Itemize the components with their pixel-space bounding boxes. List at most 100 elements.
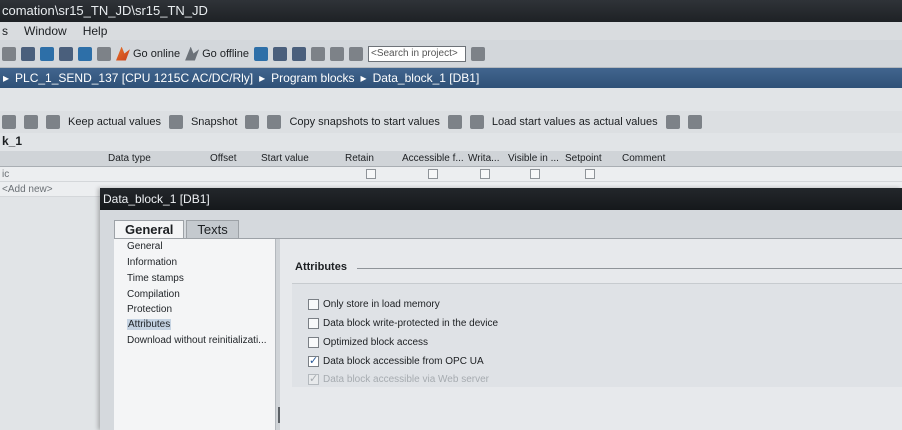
nav-item-attributes[interactable]: Attributes — [127, 319, 172, 330]
column-setpoint[interactable]: Setpoint — [565, 153, 602, 164]
split-vertical-icon[interactable] — [348, 46, 363, 61]
upload-icon[interactable] — [97, 46, 111, 61]
add-new-row[interactable]: <Add new> — [2, 184, 53, 195]
breadcrumb-item-data-block[interactable]: Data_block_1 [DB1] — [373, 68, 480, 88]
breadcrumb: ▸ PLC_1_SEND_137 [CPU 1215C AC/DC/Rly] ▸… — [0, 68, 902, 88]
menu-item-edit[interactable]: s — [2, 24, 8, 38]
nav-item-download[interactable]: Download without reinitializati... — [127, 335, 267, 346]
breadcrumb-item-plc[interactable]: PLC_1_SEND_137 [CPU 1215C AC/DC/Rly] — [15, 68, 253, 88]
properties-nav: General Information Time stamps Compilat… — [114, 239, 276, 430]
main-toolbar: Go online Go offline <Search in project> — [0, 40, 902, 68]
snapshot-icon[interactable] — [245, 115, 260, 129]
properties-dialog: Data_block_1 [DB1] General Texts General… — [100, 188, 902, 430]
go-online-button[interactable]: Go online — [116, 46, 181, 61]
cut-icon[interactable] — [2, 46, 16, 61]
attributes-content: Attributes Only store in load memory Dat… — [280, 239, 902, 430]
section-divider — [357, 268, 902, 269]
dialog-panel: General Information Time stamps Compilat… — [114, 238, 902, 430]
window-title: comation\sr15_TN_JD\sr15_TN_JD — [0, 0, 902, 22]
tab-general[interactable]: General — [114, 220, 185, 238]
breadcrumb-arrow-icon: ▸ — [360, 71, 367, 85]
column-header-row: Data type Offset Start value Retain Acce… — [0, 151, 902, 167]
accessible-devices-icon[interactable] — [253, 46, 268, 61]
writable-checkbox[interactable] — [480, 169, 490, 179]
section-title: Attributes — [295, 261, 347, 273]
breadcrumb-item-program-blocks[interactable]: Program blocks — [271, 68, 354, 88]
checkbox-load-memory[interactable] — [308, 299, 319, 310]
nav-item-information[interactable]: Information — [127, 257, 177, 268]
insert-row-icon[interactable] — [2, 115, 16, 129]
copy-values-alt-icon[interactable] — [469, 115, 484, 129]
load-icon[interactable] — [665, 115, 680, 129]
option-load-memory-label: Only store in load memory — [323, 299, 440, 310]
checkbox-web-server — [308, 372, 319, 385]
keep-actual-icon[interactable] — [168, 115, 183, 129]
go-online-icon — [116, 46, 130, 61]
split-horizontal-icon[interactable] — [329, 46, 344, 61]
tab-texts[interactable]: Texts — [186, 220, 239, 238]
copy-snapshots-button[interactable]: Copy snapshots to start values — [289, 116, 439, 128]
paste-icon[interactable] — [40, 46, 54, 61]
checkbox-optimized-access[interactable] — [308, 337, 319, 348]
option-load-memory[interactable]: Only store in load memory — [308, 299, 440, 310]
column-accessible[interactable]: Accessible f... — [402, 153, 464, 164]
accessible-checkbox[interactable] — [428, 169, 438, 179]
go-offline-button[interactable]: Go offline — [185, 46, 249, 61]
compile-icon[interactable] — [59, 46, 73, 61]
copy-values-icon[interactable] — [447, 115, 462, 129]
breadcrumb-arrow-icon: ▸ — [3, 71, 10, 85]
option-optimized-access-label: Optimized block access — [323, 337, 429, 348]
row-name: ic — [2, 169, 10, 180]
column-comment[interactable]: Comment — [622, 153, 665, 164]
nav-item-protection[interactable]: Protection — [127, 304, 172, 315]
column-data-type[interactable]: Data type — [108, 153, 151, 164]
column-visible[interactable]: Visible in ... — [508, 153, 559, 164]
column-start-value[interactable]: Start value — [261, 153, 309, 164]
go-online-label: Go online — [133, 47, 181, 60]
load-start-values-button[interactable]: Load start values as actual values — [492, 116, 658, 128]
nav-item-compilation[interactable]: Compilation — [127, 289, 180, 300]
start-cpu-icon[interactable] — [272, 46, 287, 61]
breadcrumb-arrow-icon: ▸ — [259, 71, 266, 85]
checkbox-opc-ua[interactable] — [308, 354, 319, 367]
menu-bar: s Window Help — [0, 22, 902, 40]
expand-icon[interactable] — [46, 115, 60, 129]
option-write-protected-label: Data block write-protected in the device — [323, 318, 499, 329]
search-icon[interactable] — [470, 46, 485, 61]
option-opc-ua[interactable]: Data block accessible from OPC UA — [308, 354, 484, 367]
column-offset[interactable]: Offset — [210, 153, 237, 164]
editor-toolbar: Keep actual values Snapshot Copy snapsho… — [0, 111, 902, 133]
option-opc-ua-label: Data block accessible from OPC UA — [323, 356, 484, 367]
keep-actual-values-button[interactable]: Keep actual values — [68, 116, 161, 128]
menu-item-window[interactable]: Window — [24, 24, 67, 38]
block-title: k_1 — [2, 134, 23, 148]
retain-checkbox[interactable] — [366, 169, 376, 179]
setpoint-checkbox[interactable] — [585, 169, 595, 179]
option-write-protected[interactable]: Data block write-protected in the device — [308, 318, 498, 329]
nav-item-general[interactable]: General — [127, 241, 163, 252]
menu-item-help[interactable]: Help — [83, 24, 108, 38]
cross-reference-icon[interactable] — [310, 46, 325, 61]
go-offline-icon — [185, 46, 200, 61]
snapshot-button[interactable]: Snapshot — [191, 116, 237, 128]
dialog-tabs: General Texts — [114, 220, 241, 238]
dialog-title: Data_block_1 [DB1] — [100, 188, 902, 210]
visible-checkbox[interactable] — [530, 169, 540, 179]
go-offline-label: Go offline — [202, 47, 249, 60]
table-row[interactable]: ic — [0, 167, 902, 182]
dialog-body: General Texts General Information Time s… — [100, 210, 902, 430]
option-web-server-label: Data block accessible via Web server — [323, 374, 489, 385]
load-alt-icon[interactable] — [687, 115, 702, 129]
copy-icon[interactable] — [21, 46, 35, 61]
option-optimized-access[interactable]: Optimized block access — [308, 337, 428, 348]
download-icon[interactable] — [78, 46, 92, 61]
option-web-server: Data block accessible via Web server — [308, 372, 489, 385]
search-input[interactable]: <Search in project> — [367, 45, 466, 62]
column-retain[interactable]: Retain — [345, 153, 374, 164]
nav-item-time-stamps[interactable]: Time stamps — [127, 273, 184, 284]
checkbox-write-protected[interactable] — [308, 318, 319, 329]
list-icon[interactable] — [24, 115, 38, 129]
snapshot-copy-icon[interactable] — [267, 115, 282, 129]
column-writable[interactable]: Writa... — [468, 153, 499, 164]
stop-cpu-icon[interactable] — [291, 46, 306, 61]
